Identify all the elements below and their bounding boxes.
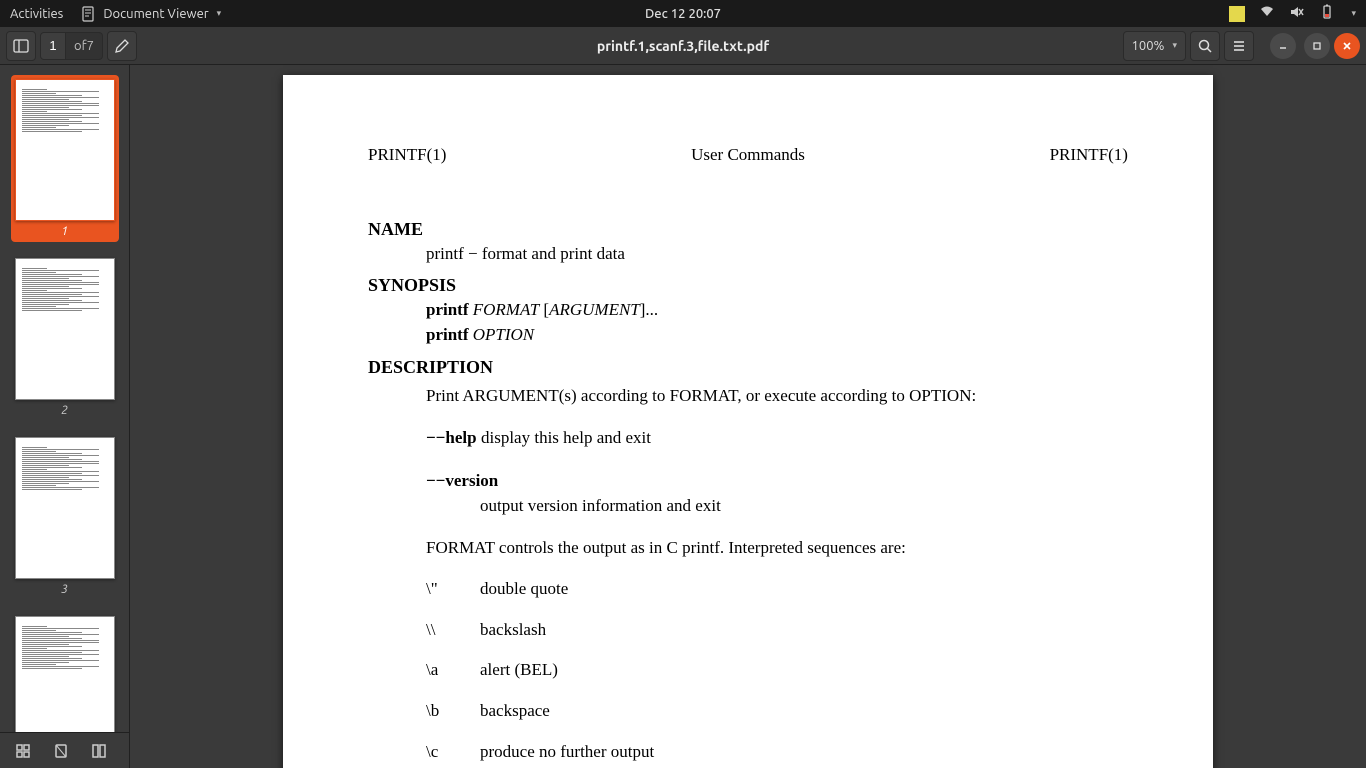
chevron-down-icon: ▾	[1172, 40, 1177, 51]
sidebar-footer	[0, 732, 129, 768]
man-page-header: PRINTF(1) User Commands PRINTF(1)	[368, 143, 1128, 168]
workspace: 1 2 3 4 PRINTF(1) User Commands PRINTF(1) N…	[0, 65, 1366, 768]
thumbnail-page-4[interactable]: 4	[11, 612, 119, 732]
close-icon	[1342, 41, 1352, 51]
side-pane-icon	[13, 38, 29, 54]
minimize-button[interactable]	[1270, 33, 1296, 59]
thumbnail-list[interactable]: 1 2 3 4	[0, 65, 129, 732]
chevron-down-icon: ▾	[217, 8, 222, 19]
escape-seq-row: \cproduce no further output	[426, 740, 1128, 765]
escape-seq-row: \bbackspace	[426, 699, 1128, 724]
document-viewer-icon	[81, 6, 97, 22]
hamburger-menu-button[interactable]	[1224, 31, 1254, 61]
page-total-label: of 7	[66, 32, 103, 60]
maximize-icon	[1312, 41, 1322, 51]
synopsis-line-2: printf OPTION	[426, 323, 1128, 348]
pdf-page: PRINTF(1) User Commands PRINTF(1) NAME p…	[283, 75, 1213, 768]
thumbnail-number: 2	[61, 404, 68, 417]
app-menu[interactable]: Document Viewer ▾	[81, 6, 221, 22]
document-view[interactable]: PRINTF(1) User Commands PRINTF(1) NAME p…	[130, 65, 1366, 768]
evince-toolbar: of 7 printf.1,scanf.3,file.txt.pdf 100% …	[0, 27, 1366, 65]
escape-seq-row: \\backslash	[426, 618, 1128, 643]
header-left: PRINTF(1)	[368, 143, 446, 168]
activities-button[interactable]: Activities	[10, 7, 63, 21]
page-selector: of 7	[40, 32, 103, 60]
battery-icon[interactable]	[1319, 4, 1335, 23]
outline-icon	[53, 743, 69, 759]
view-outline-button[interactable]	[44, 737, 78, 765]
escape-seq-row: \aalert (BEL)	[426, 658, 1128, 683]
wifi-icon[interactable]	[1259, 4, 1275, 23]
volume-muted-icon[interactable]	[1289, 4, 1305, 23]
close-button[interactable]	[1334, 33, 1360, 59]
section-description: DESCRIPTION	[368, 354, 1128, 380]
escape-seq-row: \"double quote	[426, 577, 1128, 602]
view-annotations-button[interactable]	[82, 737, 116, 765]
thumbnail-number: 1	[61, 225, 68, 238]
section-synopsis: SYNOPSIS	[368, 272, 1128, 298]
search-icon	[1197, 38, 1213, 54]
grid-icon	[15, 743, 31, 759]
option-version: −−version output version information and…	[426, 469, 1128, 518]
annotations-icon	[91, 743, 107, 759]
maximize-button[interactable]	[1304, 33, 1330, 59]
clock[interactable]: Dec 12 20:07	[645, 7, 721, 21]
header-right: PRINTF(1)	[1050, 143, 1128, 168]
thumbnail-page-3[interactable]: 3	[11, 433, 119, 600]
search-button[interactable]	[1190, 31, 1220, 61]
description-line: Print ARGUMENT(s) according to FORMAT, o…	[426, 384, 1128, 409]
format-controls-line: FORMAT controls the output as in C print…	[426, 536, 1128, 561]
header-center: User Commands	[691, 143, 805, 168]
escape-sequence-list: \"double quote \\backslash \aalert (BEL) \b…	[368, 577, 1128, 768]
synopsis-line-1: printf FORMAT [ARGUMENT]...	[426, 298, 1128, 323]
thumbnail-page-2[interactable]: 2	[11, 254, 119, 421]
side-pane-toggle-button[interactable]	[6, 31, 36, 61]
page-number-input[interactable]	[40, 32, 66, 60]
section-name: NAME	[368, 216, 1128, 242]
thumbnail-number: 3	[61, 583, 68, 596]
gnome-top-bar: Activities Document Viewer ▾ Dec 12 20:0…	[0, 0, 1366, 27]
view-grid-button[interactable]	[6, 737, 40, 765]
notification-indicator-icon[interactable]	[1229, 6, 1245, 22]
minimize-icon	[1278, 41, 1288, 51]
thumbnail-sidebar: 1 2 3 4	[0, 65, 130, 768]
document-title: printf.1,scanf.3,file.txt.pdf	[597, 38, 769, 54]
name-line: printf − format and print data	[426, 242, 1128, 267]
app-menu-label: Document Viewer	[103, 7, 208, 21]
pencil-icon	[114, 38, 130, 54]
option-help: −−help display this help and exit	[426, 426, 1128, 451]
zoom-selector[interactable]: 100% ▾	[1123, 31, 1186, 61]
system-menu-chevron-icon[interactable]: ▾	[1351, 8, 1356, 19]
hamburger-icon	[1231, 38, 1247, 54]
annotate-button[interactable]	[107, 31, 137, 61]
zoom-value: 100%	[1132, 39, 1165, 53]
thumbnail-page-1[interactable]: 1	[11, 75, 119, 242]
